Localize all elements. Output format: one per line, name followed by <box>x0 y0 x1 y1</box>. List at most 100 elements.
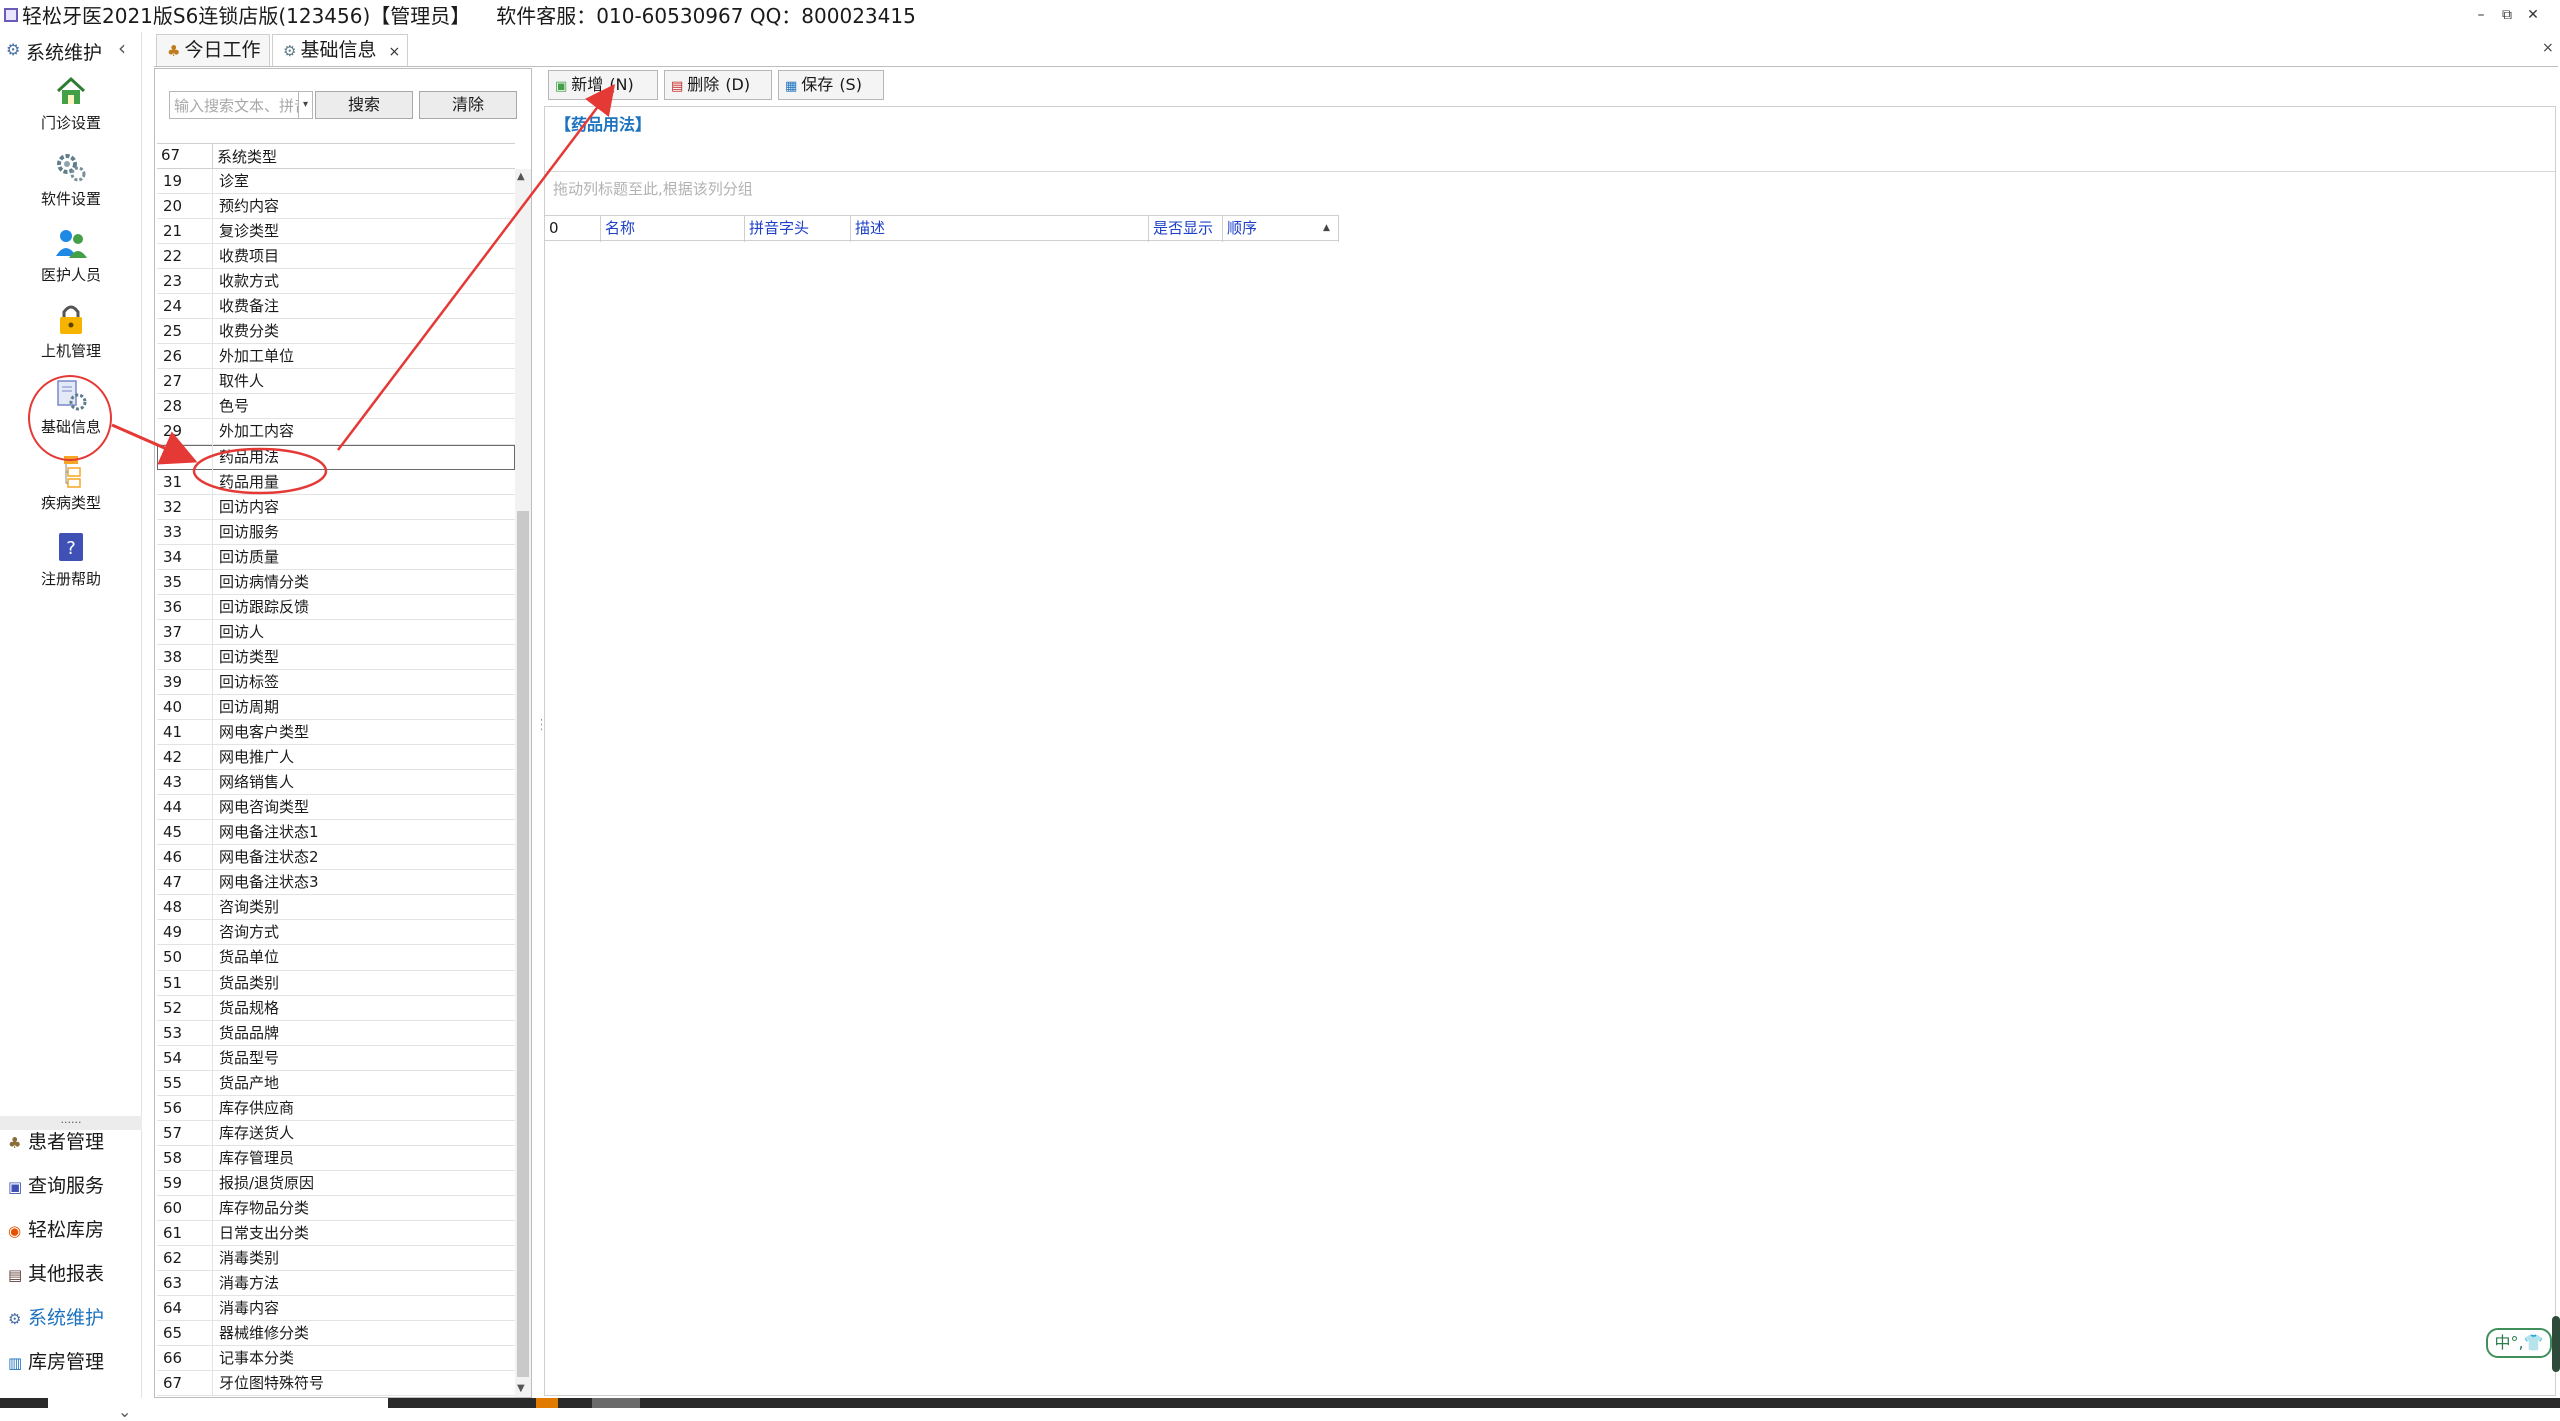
table-row[interactable]: 32 回访内容 <box>157 494 515 520</box>
table-row[interactable]: 20 预约内容 <box>157 194 515 220</box>
column-header-pinyin[interactable]: 拼音字头 <box>745 216 851 242</box>
row-number: 67 <box>163 1374 183 1393</box>
tab-basic-info[interactable]: ⚙ 基础信息 × <box>272 34 408 66</box>
table-row[interactable]: 29 外加工内容 <box>157 419 515 445</box>
nav-section-query-service[interactable]: ▣ 查询服务 <box>8 1166 140 1206</box>
table-row[interactable]: 57 库存送货人 <box>157 1120 515 1146</box>
table-row[interactable]: 61 日常支出分类 <box>157 1220 515 1247</box>
ime-indicator[interactable]: 中°,👕 <box>2486 1328 2552 1358</box>
column-header-order[interactable]: 顺序 <box>1223 216 1339 242</box>
table-row[interactable]: 51 货品类别 <box>157 970 515 996</box>
column-header-visible[interactable]: 是否显示 <box>1149 216 1223 242</box>
delete-button[interactable]: ▤ 删除 (D) <box>664 70 772 100</box>
nav-item-disease-types[interactable]: 疾病类型 <box>8 454 134 528</box>
search-input[interactable]: 输入搜索文本、拼音首字母 <box>169 91 299 119</box>
add-button[interactable]: ▣ 新增 (N) <box>548 70 658 100</box>
nav-section-other-reports[interactable]: ▤ 其他报表 <box>8 1254 140 1294</box>
add-shortcut: (N) <box>609 75 634 94</box>
table-row[interactable]: 53 货品品牌 <box>157 1020 515 1046</box>
clear-button[interactable]: 清除 <box>419 91 517 119</box>
nav-item-login-management[interactable]: 上机管理 <box>8 302 134 376</box>
close-tab-button[interactable]: × <box>388 44 400 60</box>
scroll-down-icon[interactable]: ▼ <box>517 1383 525 1394</box>
row-number: 46 <box>163 848 183 867</box>
nav-section-system-maintenance[interactable]: ⚙ 系统维护 <box>8 1298 140 1338</box>
table-row[interactable]: 50 货品单位 <box>157 945 515 971</box>
group-by-hint[interactable]: 拖动列标题至此,根据该列分组 <box>545 171 2555 201</box>
table-row[interactable]: 19 诊室 <box>157 169 515 195</box>
table-row[interactable]: 46 网电备注状态2 <box>157 845 515 871</box>
people-icon: ♣ <box>8 1134 22 1152</box>
vertical-scrollbar[interactable]: ▲ ▼ <box>515 169 531 1397</box>
table-row[interactable]: 38 回访类型 <box>157 644 515 670</box>
table-row[interactable]: 55 货品产地 <box>157 1070 515 1096</box>
chevron-down-icon[interactable]: ▾ <box>299 91 313 119</box>
search-button[interactable]: 搜索 <box>315 91 413 119</box>
table-row[interactable]: 49 咨询方式 <box>157 920 515 946</box>
table-row[interactable]: 25 收费分类 <box>157 319 515 345</box>
table-row[interactable]: 24 收费备注 <box>157 294 515 320</box>
table-row[interactable]: 23 收款方式 <box>157 269 515 295</box>
row-type-name: 收费项目 <box>219 247 280 266</box>
table-row[interactable]: 62 消毒类别 <box>157 1246 515 1272</box>
table-row[interactable]: 52 货品规格 <box>157 995 515 1021</box>
table-row[interactable]: 58 库存管理员 <box>157 1145 515 1171</box>
nav-section-patient-management[interactable]: ♣ 患者管理 <box>8 1122 140 1162</box>
close-window-button[interactable]: ✕ <box>2522 4 2544 26</box>
scrollbar-thumb[interactable] <box>517 511 529 1377</box>
table-row[interactable]: 36 回访跟踪反馈 <box>157 594 515 620</box>
table-row[interactable]: 67 牙位图特殊符号 <box>157 1371 515 1397</box>
table-row[interactable]: 37 回访人 <box>157 619 515 645</box>
table-row[interactable]: 31 药品用量 <box>157 469 515 495</box>
table-row[interactable]: 39 回访标签 <box>157 669 515 695</box>
row-type-name: 库存供应商 <box>219 1098 295 1117</box>
scroll-up-icon[interactable]: ▲ <box>517 171 525 182</box>
collapse-nav-button[interactable]: ‹ <box>118 36 126 60</box>
table-row[interactable]: 27 取件人 <box>157 369 515 395</box>
nav-item-medical-staff[interactable]: 医护人员 <box>8 226 134 300</box>
panel-splitter[interactable]: ⋮ <box>532 68 549 1398</box>
table-row[interactable]: 34 回访质量 <box>157 544 515 570</box>
nav-item-registration-help[interactable]: ? 注册帮助 <box>8 530 134 604</box>
table-row[interactable]: 45 网电备注状态1 <box>157 820 515 846</box>
table-row[interactable]: 22 收费项目 <box>157 244 515 270</box>
save-button[interactable]: ▦ 保存 (S) <box>778 70 884 100</box>
nav-section-easy-warehouse[interactable]: ◉ 轻松库房 <box>8 1210 140 1250</box>
table-row[interactable]: 33 回访服务 <box>157 519 515 545</box>
close-icon[interactable]: × <box>2542 40 2554 56</box>
column-header-description[interactable]: 描述 <box>851 216 1149 242</box>
table-row[interactable]: 28 色号 <box>157 394 515 420</box>
table-row[interactable]: 47 网电备注状态3 <box>157 870 515 896</box>
row-type-name: 药品用法 <box>219 447 280 466</box>
column-header-system-type[interactable]: 系统类型 <box>217 146 277 167</box>
table-row[interactable]: 35 回访病情分类 <box>157 569 515 595</box>
table-row[interactable]: 56 库存供应商 <box>157 1095 515 1121</box>
tab-today-work[interactable]: ♣ 今日工作 <box>156 34 270 66</box>
nav-item-clinic-settings[interactable]: 门诊设置 <box>8 74 134 148</box>
nav-item-label: 门诊设置 <box>40 114 101 132</box>
table-row[interactable]: 65 器械维修分类 <box>157 1321 515 1347</box>
table-row[interactable]: 66 记事本分类 <box>157 1346 515 1372</box>
table-row[interactable]: 63 消毒方法 <box>157 1271 515 1297</box>
table-row[interactable]: 42 网电推广人 <box>157 745 515 771</box>
table-row[interactable]: 40 回访周期 <box>157 694 515 721</box>
table-row[interactable]: 64 消毒内容 <box>157 1296 515 1322</box>
row-number: 62 <box>163 1249 183 1268</box>
table-row[interactable]: 54 货品型号 <box>157 1045 515 1071</box>
table-row[interactable]: 48 咨询类别 <box>157 895 515 921</box>
column-header-name[interactable]: 名称 <box>601 216 745 242</box>
nav-section-warehouse-management[interactable]: ▥ 库房管理 <box>8 1342 140 1382</box>
table-row[interactable]: 41 网电客户类型 <box>157 720 515 746</box>
table-row[interactable]: 60 库存物品分类 <box>157 1195 515 1221</box>
table-row[interactable]: 26 外加工单位 <box>157 344 515 370</box>
table-row[interactable]: 44 网电咨询类型 <box>157 795 515 821</box>
tab-label: 基础信息 <box>300 39 377 61</box>
restore-button[interactable]: ⧉ <box>2496 4 2518 26</box>
table-row[interactable]: 43 网络销售人 <box>157 770 515 796</box>
table-row[interactable]: ▶ 30 药品用法 <box>157 444 515 470</box>
table-row[interactable]: 59 报损/退货原因 <box>157 1170 515 1196</box>
minimize-button[interactable]: – <box>2470 4 2492 26</box>
add-icon: ▣ <box>555 79 568 94</box>
nav-item-software-settings[interactable]: 软件设置 <box>8 150 134 224</box>
table-row[interactable]: 21 复诊类型 <box>157 219 515 245</box>
